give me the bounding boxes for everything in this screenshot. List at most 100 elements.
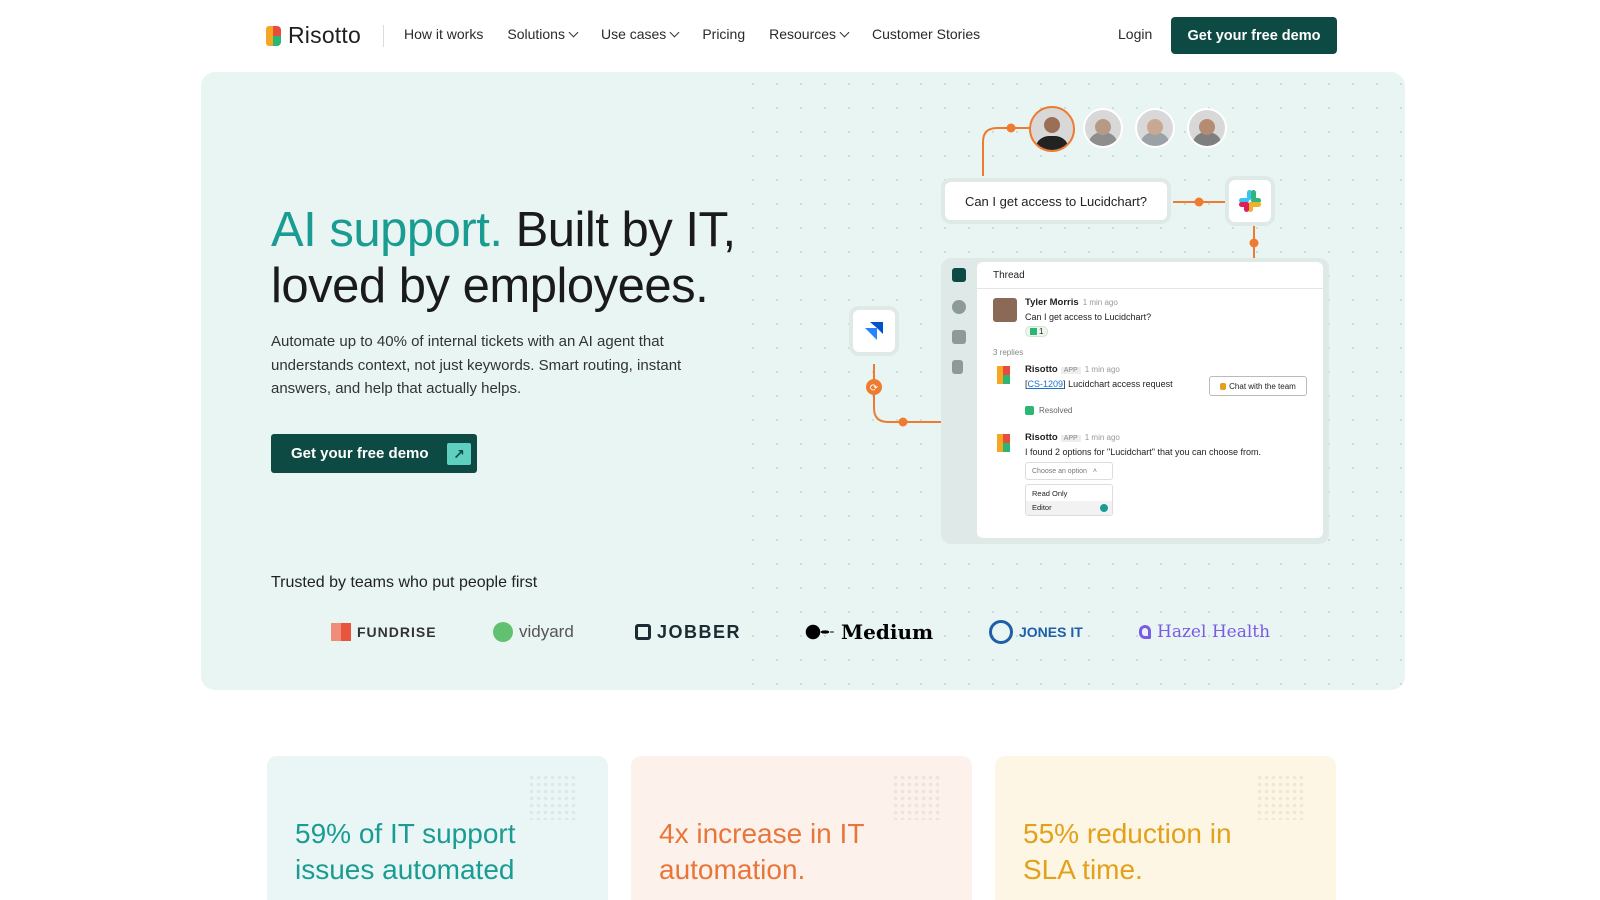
logo-hazel-health-text: Hazel Health [1157,622,1271,642]
reaction-count: 1 [1039,327,1044,336]
logo-hazel-health: Hazel Health [1139,612,1270,652]
check-icon [1025,406,1034,415]
jobber-icon [635,624,651,640]
message-text: [CS-1209] Lucidchart access request [1025,379,1173,389]
stat-card-automation-increase: 4x increase in IT automation. [631,756,972,900]
question-bubble: Can I get access to Lucidchart? [941,178,1171,224]
chevron-down-icon [839,27,850,37]
risotto-logo-icon [997,366,1011,384]
nav-link-resources[interactable]: Resources [769,26,850,42]
logo-vidyard-text: vidyard [519,622,574,641]
nav-link-pricing[interactable]: Pricing [702,26,745,42]
nav-link-label: Resources [769,26,837,42]
vidyard-icon [493,622,513,642]
top-nav: Risotto How it works Solutions Use cases… [0,0,1600,70]
message-time: 1 min ago [1084,365,1120,374]
logo-jones-it-text: JONES IT [1019,624,1083,640]
app-tag: APP [1060,367,1081,374]
bookmark-icon [952,360,963,374]
nav-link-label: Use cases [600,26,667,42]
logo-fundrise-text: FUNDRISE [357,624,437,640]
reaction-badge[interactable]: 1 [1025,326,1049,337]
product-diagram: ⟳ Can I get access to Lucidchart? Thread… [201,72,1405,690]
stat-text: 4x increase in IT automation. [659,818,864,885]
option-editor-row[interactable]: Editor [1026,501,1112,515]
message-author: Tyler Morris [1025,297,1079,308]
option-editor: Editor [1032,503,1052,512]
medium-icon [805,624,835,640]
hazel-health-icon [1139,625,1151,639]
message-header: Risotto APP 1 min ago [1025,364,1120,375]
check-icon [1030,328,1037,335]
hand-icon [1220,382,1227,390]
app-tag: APP [1060,435,1081,442]
status-label: Resolved [1039,406,1073,415]
status-row: Resolved [1025,406,1072,415]
message-author: Risotto [1025,364,1058,375]
svg-text:⟳: ⟳ [870,383,879,394]
dot-pattern-decoration [892,774,942,820]
nav-link-label: Solutions [507,26,565,42]
dot-pattern-decoration [528,774,578,820]
message-body: Lucidchart access request [1065,379,1173,389]
avatar [1083,108,1123,148]
dot-pattern-decoration [1256,774,1306,820]
slack-tile [1225,176,1275,226]
brand-logo[interactable]: Risotto [266,22,361,49]
chevron-down-icon [568,27,579,37]
message-author: Risotto [1025,432,1058,443]
logo-vidyard: vidyard [493,612,574,652]
check-circle-icon [1100,504,1108,512]
logo-jobber: JOBBER [635,612,741,652]
option-list: Read Only Editor [1025,484,1113,516]
avatar [993,298,1017,322]
building-icon [331,623,351,641]
trusted-heading: Trusted by teams who put people first [271,574,538,591]
logo-medium: Medium [805,612,933,652]
option-read-only[interactable]: Read Only [1032,489,1067,498]
chat-icon [952,300,966,314]
hero-section: AI support. Built by IT, loved by employ… [201,72,1405,690]
avatar [1135,108,1175,148]
message-header: Tyler Morris 1 min ago [1025,297,1118,308]
logo-medium-text: Medium [841,620,934,644]
stat-text: 59% of IT support issues automated [295,818,516,885]
chat-with-team-button[interactable]: Chat with the team [1209,376,1307,396]
home-icon [952,268,966,282]
nav-link-solutions[interactable]: Solutions [507,26,579,42]
customer-logos: FUNDRISE vidyard JOBBER Medium JONES IT … [331,612,1291,652]
nav-link-how-it-works[interactable]: How it works [404,26,483,42]
stat-card-automated: 59% of IT support issues automated [267,756,608,900]
avatar [1187,108,1227,148]
jira-icon [865,322,883,340]
thread-title: Thread [993,270,1025,281]
chevron-down-icon [669,27,680,37]
risotto-logo-icon [997,434,1011,452]
nav-demo-button[interactable]: Get your free demo [1171,17,1337,54]
nav-link-customer-stories[interactable]: Customer Stories [872,26,980,42]
slack-icon [1239,190,1261,212]
replies-count[interactable]: 3 replies [993,348,1023,357]
nav-link-label: How it works [404,26,484,42]
ticket-link[interactable]: CS-1209 [1028,379,1064,389]
select-placeholder: Choose an option [1032,467,1087,475]
avatar [1029,106,1075,152]
jira-tile [849,306,899,356]
slack-thread-panel: Thread Tyler Morris 1 min ago Can I get a… [941,258,1329,544]
option-select[interactable]: Choose an option ˄ [1025,462,1113,480]
login-link[interactable]: Login [1118,26,1152,42]
message-time: 1 min ago [1084,433,1120,442]
logo-jobber-text: JOBBER [657,621,742,642]
nav-link-label: Customer Stories [872,26,981,42]
nav-link-use-cases[interactable]: Use cases [600,26,680,42]
message-header: Risotto APP 1 min ago [1025,432,1120,443]
slack-sidebar [941,258,977,544]
nav-links: How it works Solutions Use cases Pricing… [404,26,1004,42]
risotto-logo-icon [266,25,282,46]
message-time: 1 min ago [1082,298,1118,307]
chat-button-label: Chat with the team [1229,381,1296,391]
message-text: Can I get access to Lucidchart? [1025,312,1152,322]
jones-it-icon [989,620,1013,644]
bell-icon [952,330,966,344]
nav-link-label: Pricing [702,26,746,42]
